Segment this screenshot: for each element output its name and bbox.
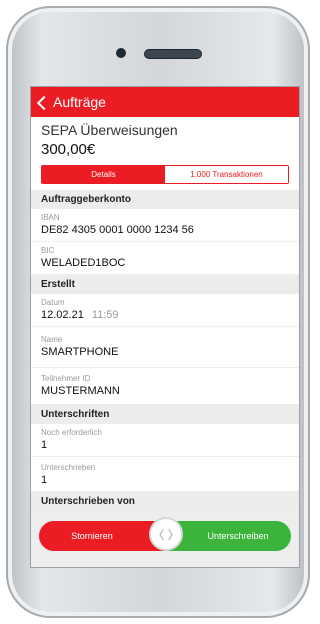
field-label: Noch erforderlich [41, 428, 102, 437]
field-value: DE82 4305 0001 0000 1234 56 [41, 224, 194, 236]
order-header: SEPA Überweisungen 300,00€ Details 1.000… [31, 117, 299, 184]
section-header-auftraggeberkonto: Auftraggeberkonto [31, 190, 299, 209]
order-title: SEPA Überweisungen [41, 122, 178, 138]
field-teilnehmer-id: Teilnehmer ID MUSTERMANN [31, 368, 299, 405]
field-value: MUSTERMANN [41, 385, 120, 397]
nav-bar: Aufträge [31, 87, 299, 117]
field-label: Name [41, 335, 63, 344]
back-button[interactable]: Aufträge [36, 94, 106, 110]
tab-transactions[interactable]: 1.000 Transaktionen [165, 166, 288, 183]
field-label: Unterschrieben [41, 463, 96, 472]
field-value: 12.02.21 11:59 [41, 308, 289, 322]
field-bic: BIC WELADED1BOC [31, 242, 299, 275]
field-value: 1 [41, 439, 48, 451]
field-label: Teilnehmer ID [41, 374, 91, 383]
back-label: Aufträge [53, 94, 106, 110]
field-label: BIC [41, 246, 55, 255]
segmented-control: Details 1.000 Transaktionen [41, 165, 289, 184]
section-header-erstellt: Erstellt [31, 275, 299, 294]
field-name: Name SMARTPHONE [31, 327, 299, 368]
field-value: 1 [41, 474, 48, 486]
camera-icon [116, 48, 126, 58]
chevron-left-right-icon: 〈 〉 [152, 527, 180, 542]
tab-details[interactable]: Details [42, 166, 165, 183]
date-value: 12.02.21 [41, 309, 84, 321]
field-value: WELADED1BOC [41, 257, 126, 269]
sign-action[interactable]: Unterschreiben [165, 521, 291, 551]
field-label: IBAN [41, 213, 60, 222]
chevron-left-icon [36, 95, 52, 110]
cancel-action[interactable]: Stornieren [39, 521, 165, 551]
app-screen: Aufträge SEPA Überweisungen 300,00€ Deta… [30, 86, 300, 568]
order-amount: 300,00€ [41, 141, 96, 158]
field-value: SMARTPHONE [41, 346, 119, 358]
action-slider-area: Stornieren Unterschreiben 〈 〉 [31, 509, 299, 567]
phone-frame: Aufträge SEPA Überweisungen 300,00€ Deta… [6, 6, 310, 618]
field-unterschrieben: Unterschrieben 1 [31, 457, 299, 492]
field-noch-erforderlich: Noch erforderlich 1 [31, 424, 299, 457]
section-header-unterschriften: Unterschriften [31, 405, 299, 424]
time-value: 11:59 [91, 309, 119, 321]
field-label: Datum [41, 298, 65, 307]
field-iban: IBAN DE82 4305 0001 0000 1234 56 [31, 209, 299, 242]
slider-handle[interactable]: 〈 〉 [149, 517, 183, 551]
speaker-grille [144, 49, 202, 59]
field-datum: Datum 12.02.21 11:59 [31, 294, 299, 327]
